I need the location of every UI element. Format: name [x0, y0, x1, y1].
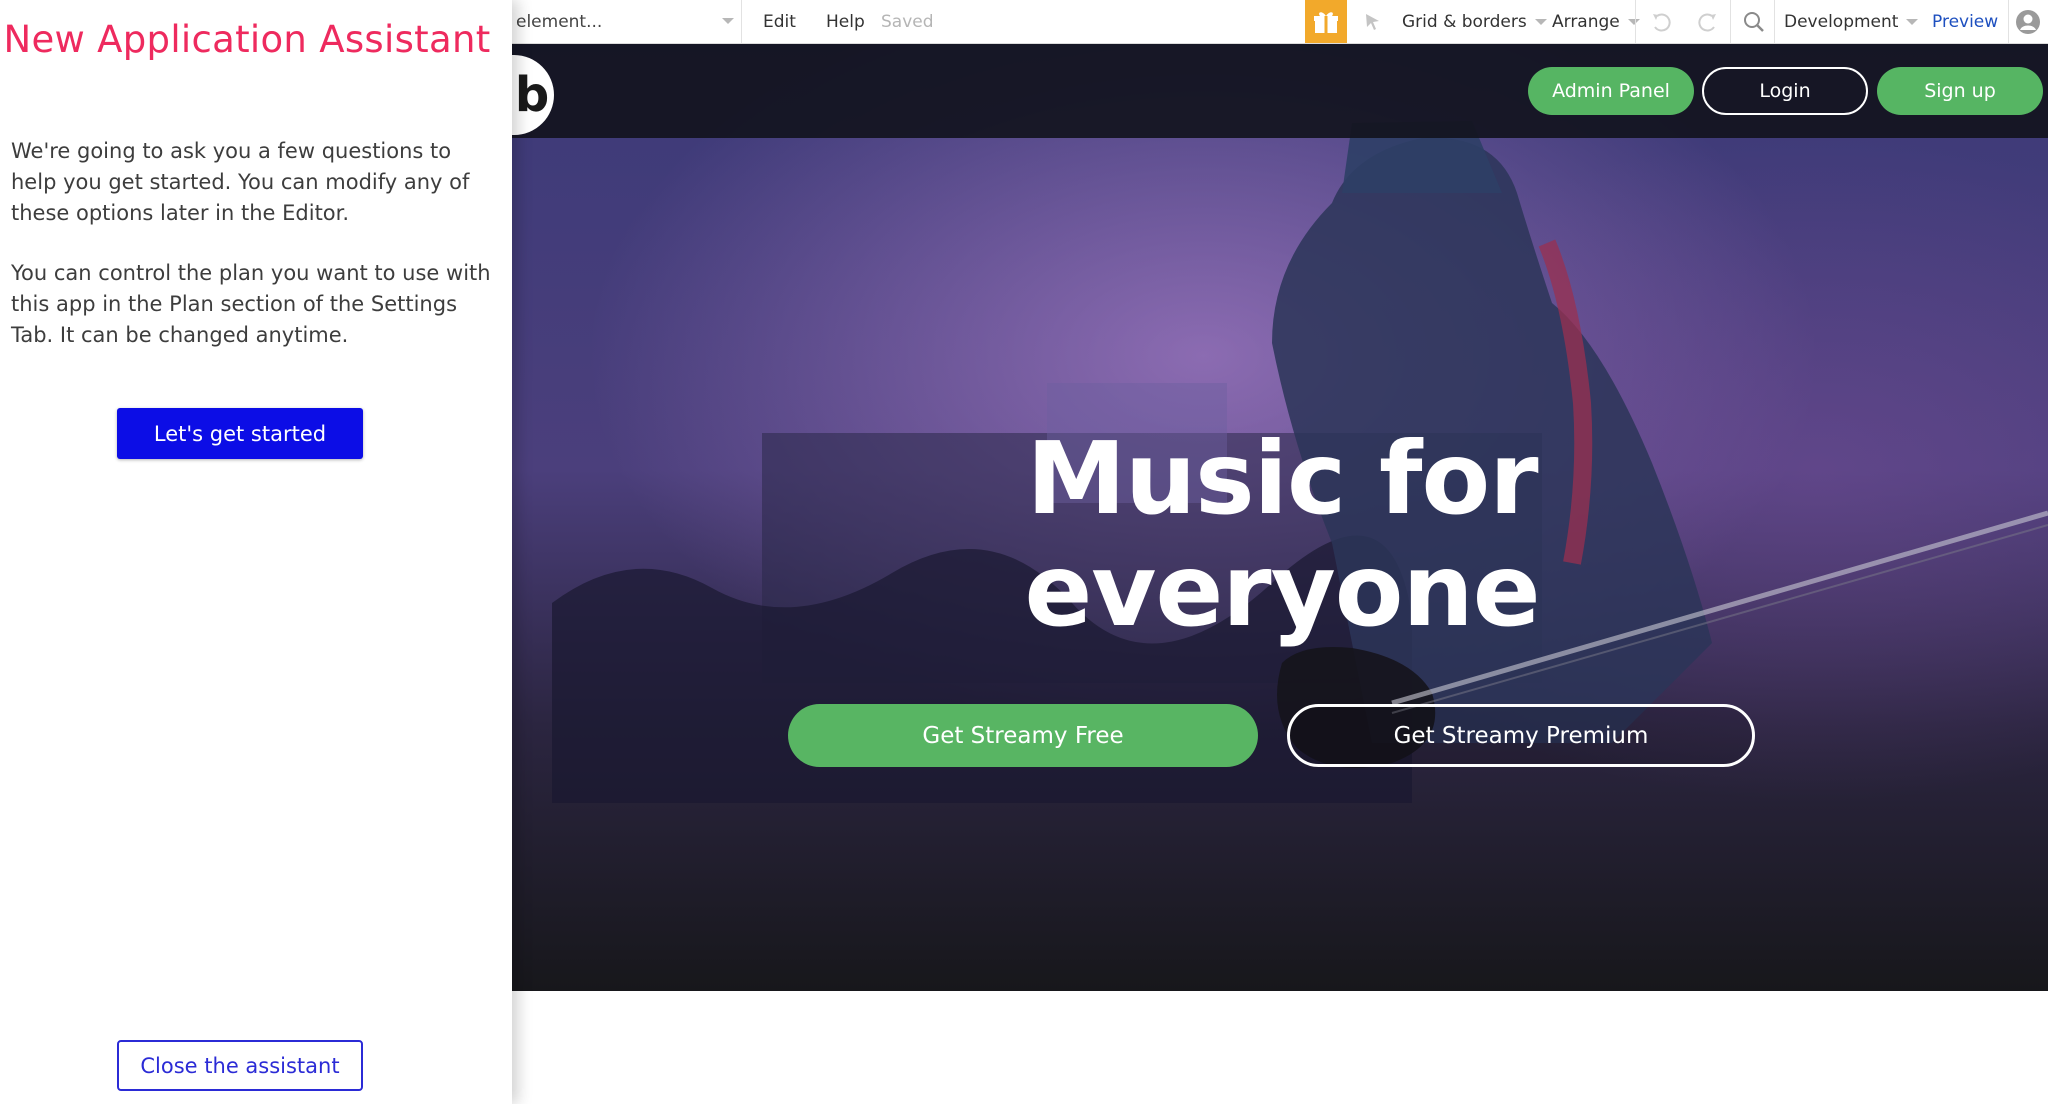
assistant-title: New Application Assistant: [3, 18, 491, 61]
get-started-button[interactable]: Let's get started: [117, 408, 363, 459]
grid-borders-dropdown[interactable]: Grid & borders: [1402, 0, 1547, 43]
toolbar-divider: [1635, 0, 1636, 43]
assistant-panel: New Application Assistant We're going to…: [0, 0, 512, 1104]
environment-dropdown[interactable]: Development: [1784, 0, 1919, 43]
chevron-down-icon: [1627, 18, 1640, 25]
element-search-text: element...: [516, 11, 603, 32]
environment-label: Development: [1784, 11, 1899, 32]
site-logo[interactable]: b: [512, 55, 554, 135]
toolbar-divider: [1774, 0, 1775, 43]
chevron-down-icon: [1906, 18, 1919, 25]
help-menu[interactable]: Help: [826, 0, 865, 43]
grid-borders-label: Grid & borders: [1402, 11, 1527, 32]
hero-headline: Music for everyone: [932, 423, 1632, 647]
chevron-down-icon: [722, 18, 734, 24]
get-streamy-premium-button[interactable]: Get Streamy Premium: [1287, 704, 1755, 767]
assistant-intro-text: We're going to ask you a few questions t…: [11, 139, 470, 225]
hero-headline-line-1: Music for: [1026, 420, 1538, 537]
logo-letter: b: [514, 67, 550, 123]
cursor-icon[interactable]: [1358, 0, 1388, 43]
user-avatar-icon[interactable]: [2011, 0, 2045, 43]
close-assistant-button[interactable]: Close the assistant: [117, 1040, 363, 1091]
arrange-label: Arrange: [1552, 11, 1620, 32]
gift-icon[interactable]: [1305, 0, 1347, 43]
search-icon[interactable]: [1736, 0, 1772, 43]
page-canvas: b Admin Panel Login Sign up Music for ev…: [512, 43, 2048, 991]
signup-button[interactable]: Sign up: [1877, 67, 2043, 115]
save-status: Saved: [881, 11, 934, 32]
get-streamy-free-button[interactable]: Get Streamy Free: [788, 704, 1258, 767]
toolbar-divider: [1730, 0, 1731, 43]
element-search-dropdown[interactable]: element...: [516, 0, 738, 43]
redo-icon[interactable]: [1692, 0, 1722, 43]
undo-icon[interactable]: [1647, 0, 1677, 43]
preview-link[interactable]: Preview: [1932, 0, 1998, 43]
toolbar-divider: [741, 0, 742, 43]
editor-toolbar: element... Edit Help Saved Grid & border…: [512, 0, 2048, 44]
login-button[interactable]: Login: [1702, 67, 1868, 115]
site-navbar: b Admin Panel Login Sign up: [512, 43, 2048, 138]
page-below-hero: [512, 991, 2048, 1104]
edit-menu[interactable]: Edit: [763, 0, 796, 43]
chevron-down-icon: [1534, 18, 1547, 25]
hero-headline-line-2: everyone: [1024, 532, 1540, 649]
assistant-plan-text: You can control the plan you want to use…: [11, 261, 491, 347]
toolbar-divider: [2008, 0, 2009, 43]
admin-panel-button[interactable]: Admin Panel: [1528, 67, 1694, 115]
arrange-dropdown[interactable]: Arrange: [1552, 0, 1640, 43]
